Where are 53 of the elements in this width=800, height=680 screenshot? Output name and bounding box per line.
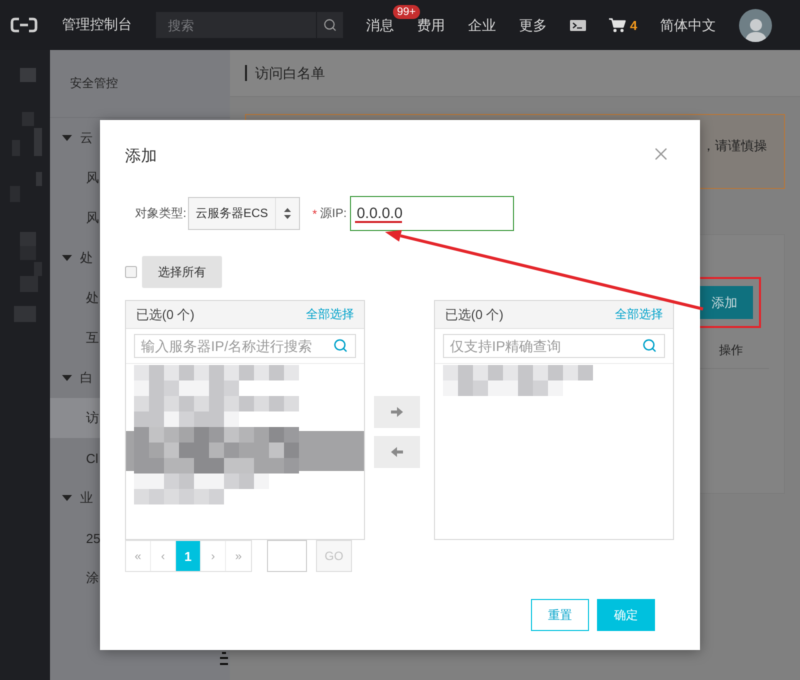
cart-count: 4 bbox=[630, 18, 638, 32]
caret-icon[interactable] bbox=[62, 255, 72, 261]
logo[interactable] bbox=[10, 17, 38, 33]
arrow-right-icon bbox=[391, 407, 403, 417]
sidebar-group[interactable]: 云 bbox=[80, 129, 93, 147]
handle-icon[interactable] bbox=[220, 652, 228, 666]
select-all-button[interactable]: 选择所有 bbox=[142, 256, 222, 288]
terminal-icon[interactable] bbox=[570, 20, 586, 30]
search-icon bbox=[323, 18, 337, 32]
nav-link[interactable]: 更多 bbox=[519, 15, 547, 35]
avatar[interactable] bbox=[739, 8, 772, 42]
move-right-button[interactable] bbox=[374, 396, 420, 428]
list-search-field[interactable]: 仅支持IP精确查询 bbox=[443, 334, 665, 358]
notice-text: ，请谨慎操 bbox=[702, 137, 767, 155]
list-search-field[interactable]: 输入服务器IP/名称进行搜索 bbox=[134, 334, 356, 358]
list-title: 已选(0 个) bbox=[136, 306, 194, 324]
arrow-left-icon bbox=[391, 447, 403, 457]
column-header: 操作 bbox=[718, 342, 744, 359]
caret-icon[interactable] bbox=[62, 495, 72, 501]
required-mark: * bbox=[312, 206, 318, 220]
nav-link[interactable]: 消息 bbox=[366, 15, 394, 35]
search-field[interactable]: 搜索 bbox=[156, 12, 316, 38]
notification-badge: 99+ bbox=[393, 5, 420, 19]
select-all-link[interactable]: 全部选择 bbox=[306, 306, 354, 323]
object-type-select[interactable]: 云服务器ECS bbox=[188, 197, 300, 230]
search-icon[interactable] bbox=[642, 338, 657, 353]
sidebar-group[interactable]: 处 bbox=[80, 249, 93, 267]
search-button[interactable] bbox=[316, 12, 343, 38]
annotation-underline bbox=[354, 221, 402, 223]
language-link[interactable]: 简体中文 bbox=[660, 15, 716, 35]
search-icon[interactable] bbox=[333, 338, 348, 353]
reset-button[interactable]: 重置 bbox=[531, 599, 589, 631]
nav-link[interactable]: 费用 bbox=[417, 15, 445, 35]
console-title[interactable]: 管理控制台 bbox=[62, 16, 132, 34]
sidebar-group[interactable]: 业 bbox=[80, 489, 93, 507]
field-label: 对象类型: bbox=[135, 205, 186, 222]
sidebar-group[interactable]: 白 bbox=[80, 369, 93, 387]
nav-link[interactable]: 企业 bbox=[468, 15, 496, 35]
checkbox[interactable] bbox=[125, 266, 137, 278]
sort-caret-icon bbox=[284, 208, 292, 219]
page-input[interactable] bbox=[267, 540, 307, 572]
confirm-button[interactable]: 确定 bbox=[597, 599, 655, 631]
list-title: 已选(0 个) bbox=[445, 306, 504, 324]
cart-icon[interactable] bbox=[609, 18, 626, 32]
dialog-title: 添加 bbox=[125, 146, 157, 166]
field-label: 源IP: bbox=[320, 205, 347, 222]
page-title: 访问白名单 bbox=[245, 65, 325, 81]
select-all-link[interactable]: 全部选择 bbox=[615, 306, 663, 323]
ip-input-field[interactable]: 0.0.0.0 bbox=[350, 196, 514, 231]
page-button[interactable]: 1 bbox=[176, 541, 201, 571]
caret-icon[interactable] bbox=[62, 375, 72, 381]
caret-icon[interactable] bbox=[62, 135, 72, 141]
move-left-button[interactable] bbox=[374, 436, 420, 468]
